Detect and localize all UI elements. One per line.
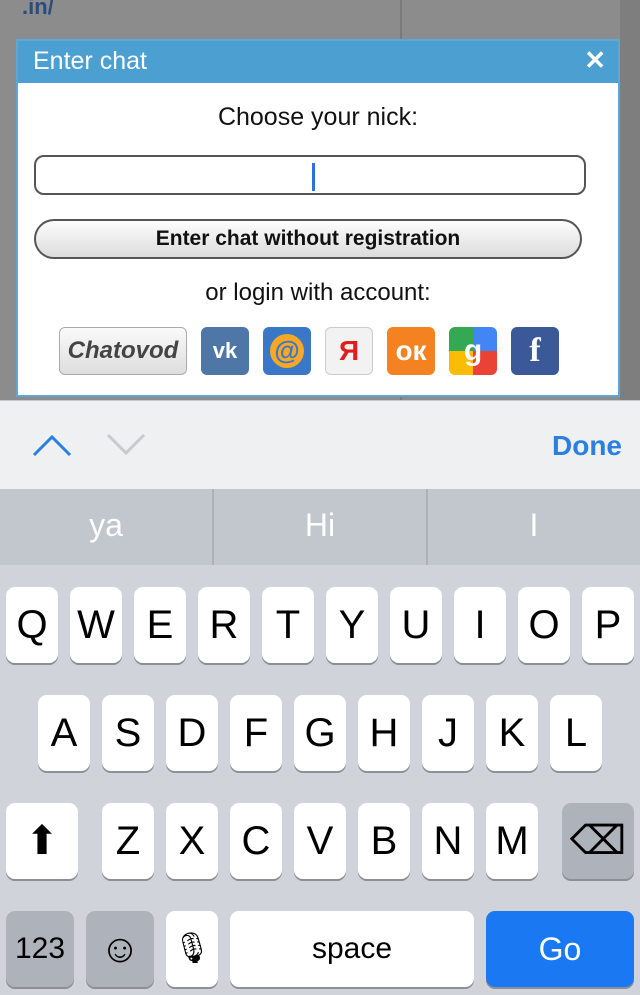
key-g[interactable]: G — [294, 695, 346, 771]
microphone-key[interactable]: 🎙 — [166, 911, 218, 987]
key-b[interactable]: B — [358, 803, 410, 879]
nick-input[interactable] — [34, 155, 586, 195]
chevron-down-icon[interactable] — [104, 429, 148, 459]
go-key[interactable]: Go — [486, 911, 634, 987]
close-icon[interactable]: ✕ — [584, 45, 606, 76]
key-x[interactable]: X — [166, 803, 218, 879]
key-r[interactable]: R — [198, 587, 250, 663]
key-u[interactable]: U — [390, 587, 442, 663]
prediction-2[interactable]: Hi — [214, 489, 426, 565]
prediction-bar: ya Hi I — [0, 489, 640, 565]
space-key[interactable]: space — [230, 911, 474, 987]
enter-without-registration-button[interactable]: Enter chat without registration — [34, 219, 582, 259]
key-m[interactable]: M — [486, 803, 538, 879]
nick-label: Choose your nick: — [217, 103, 419, 131]
chevron-up-icon[interactable] — [30, 429, 74, 459]
key-n[interactable]: N — [422, 803, 474, 879]
key-c[interactable]: C — [230, 803, 282, 879]
key-s[interactable]: S — [102, 695, 154, 771]
mailru-login-icon[interactable]: @ — [263, 327, 311, 375]
key-l[interactable]: L — [550, 695, 602, 771]
key-o[interactable]: O — [518, 587, 570, 663]
dialog-title: Enter chat — [33, 47, 147, 75]
prediction-1[interactable]: ya — [0, 489, 212, 565]
text-caret — [312, 163, 315, 191]
key-w[interactable]: W — [70, 587, 122, 663]
emoji-key[interactable]: ☺ — [86, 911, 154, 987]
key-e[interactable]: E — [134, 587, 186, 663]
key-d[interactable]: D — [166, 695, 218, 771]
enter-chat-dialog: Enter chat ✕ Choose your nick: Enter cha… — [16, 39, 620, 397]
yandex-login-icon[interactable]: Я — [325, 327, 373, 375]
key-k[interactable]: K — [486, 695, 538, 771]
background-scroll-area — [620, 0, 640, 400]
done-button[interactable]: Done — [552, 430, 622, 462]
google-login-icon[interactable]: g — [449, 327, 497, 375]
key-p[interactable]: P — [582, 587, 634, 663]
login-with-account-label: or login with account: — [205, 279, 431, 306]
chatovod-login-button[interactable]: Chatovod — [59, 327, 187, 375]
key-v[interactable]: V — [294, 803, 346, 879]
key-h[interactable]: H — [358, 695, 410, 771]
key-j[interactable]: J — [422, 695, 474, 771]
shift-key[interactable]: ⬆ — [6, 803, 78, 879]
facebook-login-icon[interactable]: f — [511, 327, 559, 375]
key-t[interactable]: T — [262, 587, 314, 663]
vk-login-icon[interactable]: vk — [201, 327, 249, 375]
odnoklassniki-login-icon[interactable]: ок — [387, 327, 435, 375]
keyboard: ya Hi I Q W E R T Y U I O P A S D F G H … — [0, 489, 640, 995]
backspace-key[interactable]: ⌫ — [562, 803, 634, 879]
key-a[interactable]: A — [38, 695, 90, 771]
key-q[interactable]: Q — [6, 587, 58, 663]
key-y[interactable]: Y — [326, 587, 378, 663]
key-f[interactable]: F — [230, 695, 282, 771]
numbers-key[interactable]: 123 — [6, 911, 74, 987]
keyboard-accessory-bar: Done — [0, 400, 640, 490]
prediction-3[interactable]: I — [428, 489, 640, 565]
background-link[interactable]: .in/ — [22, 0, 54, 20]
key-i[interactable]: I — [454, 587, 506, 663]
dialog-header: Enter chat ✕ — [18, 41, 618, 83]
at-icon: @ — [270, 334, 304, 368]
key-z[interactable]: Z — [102, 803, 154, 879]
